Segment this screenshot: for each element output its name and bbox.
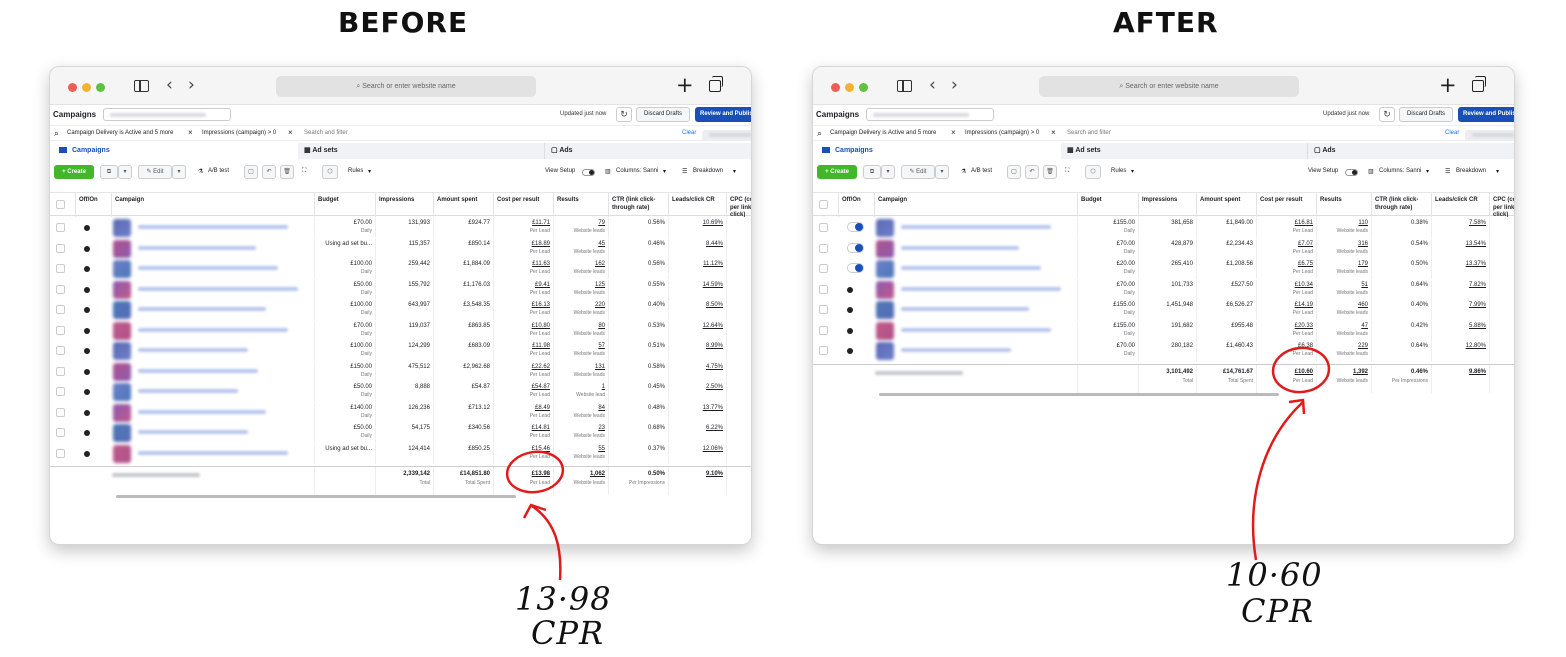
after-cpr-circle: [1271, 346, 1331, 394]
before-cpr-circle: [505, 450, 565, 494]
annotation-overlay: [505, 346, 1331, 581]
after-arrow-line: [1251, 401, 1304, 561]
before-arrow-line: [531, 504, 562, 581]
